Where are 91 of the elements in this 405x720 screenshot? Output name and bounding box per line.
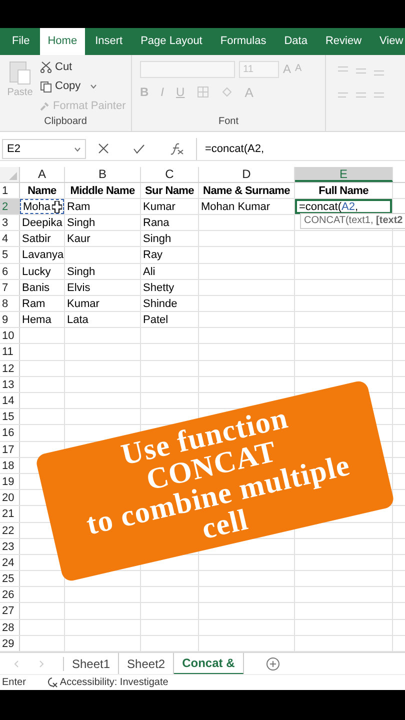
table-cell: Deepika <box>22 216 62 229</box>
table-cell: Lucky <box>22 266 51 278</box>
ribbon-tab[interactable]: Page Layout <box>132 28 210 55</box>
row-number[interactable]: 2 <box>0 198 20 214</box>
table-cell: Banis <box>22 282 50 294</box>
column-header[interactable]: E <box>295 166 393 182</box>
ribbon-tab[interactable]: Formulas <box>212 28 274 55</box>
row-number[interactable]: 11 <box>0 344 20 360</box>
row-number[interactable]: 24 <box>0 554 20 570</box>
row-number[interactable]: 18 <box>0 458 20 473</box>
row-number[interactable]: 15 <box>0 409 20 424</box>
row-number[interactable]: 14 <box>0 393 20 408</box>
row-number[interactable]: 23 <box>0 538 20 554</box>
font-name-field[interactable] <box>140 60 235 78</box>
row-number[interactable]: 22 <box>0 522 20 538</box>
table-cell: Shetty <box>143 282 174 294</box>
row-number[interactable]: 1 <box>0 182 20 198</box>
check-icon[interactable] <box>133 144 146 154</box>
table-cell: Rana <box>143 216 170 229</box>
ribbon-tab[interactable]: Home <box>40 28 86 55</box>
ribbon-tab[interactable]: Data <box>276 28 316 55</box>
row-number[interactable]: 29 <box>0 636 20 651</box>
ribbon-tab[interactable]: Insert <box>87 28 131 55</box>
caret-icon[interactable] <box>74 146 81 152</box>
table-cell: Lata <box>67 314 88 326</box>
function-icon[interactable] <box>170 142 184 155</box>
table-cell: Singh <box>143 233 172 246</box>
ribbon-tab[interactable]: View <box>372 28 405 55</box>
table-cell: Kumar <box>67 298 100 310</box>
table-cell: Ray <box>143 249 163 262</box>
row-number[interactable]: 21 <box>0 506 20 522</box>
row-number[interactable]: 27 <box>0 603 20 619</box>
row-number[interactable]: 7 <box>0 280 20 295</box>
row-number[interactable]: 16 <box>0 425 20 441</box>
table-cell: Kaur <box>67 233 90 246</box>
row-number[interactable]: 3 <box>0 214 20 230</box>
group-label: Clipboard <box>43 115 88 130</box>
row-number[interactable]: 28 <box>0 620 20 635</box>
column-heading: Full Name <box>318 184 370 199</box>
row-number[interactable]: 4 <box>0 231 20 246</box>
name-box[interactable]: E2 <box>2 138 86 159</box>
table-cell: Hema <box>22 314 52 326</box>
status-mode: Enter <box>2 676 26 690</box>
column-heading: Sur Name <box>144 184 195 199</box>
table-cell: Patel <box>143 314 168 326</box>
table-cell: Elvis <box>67 282 90 294</box>
group-label: Font <box>217 115 240 130</box>
formula-bar[interactable]: =concat(A2, <box>196 138 405 160</box>
row-number[interactable]: 19 <box>0 474 20 490</box>
row-number[interactable]: 17 <box>0 442 20 457</box>
ribbon-tab[interactable]: File <box>4 28 38 55</box>
row-number[interactable]: 25 <box>0 571 20 586</box>
triangle-icon <box>9 172 17 180</box>
row-number[interactable]: 26 <box>0 587 20 602</box>
cursor-icon <box>52 200 62 213</box>
table-cell: Kumar <box>143 200 176 213</box>
copy-button[interactable]: Copy <box>55 78 81 95</box>
cut-button[interactable]: Cut <box>55 58 72 76</box>
ribbon-tab[interactable]: Review <box>317 28 370 55</box>
column-heading: Name <box>26 184 58 199</box>
tooltip: CONCAT(text1, [text2 <box>300 212 405 229</box>
accessibility-icon[interactable] <box>46 677 58 688</box>
column-heading: Name & Surname <box>202 184 291 199</box>
row-number[interactable]: 10 <box>0 328 20 344</box>
row-number[interactable]: 6 <box>0 264 20 279</box>
table-cell: Shinde <box>143 298 178 310</box>
sheet-tab[interactable]: Concat & <box>174 652 244 674</box>
column-heading: Middle Name <box>69 184 136 199</box>
caret-icon[interactable] <box>90 84 97 90</box>
table-cell: Singh <box>67 216 96 229</box>
row-number[interactable]: 12 <box>0 360 20 376</box>
row-number[interactable]: 13 <box>0 376 20 392</box>
table-cell: Ram <box>67 200 90 213</box>
table-cell: Ali <box>143 266 156 278</box>
table-cell: Satbir <box>22 233 51 246</box>
active-cell[interactable]: =concat(A2, <box>295 198 392 214</box>
accessibility-status[interactable]: Accessibility: Investigate <box>60 675 168 690</box>
table-cell: Singh <box>67 266 96 278</box>
add-sheet-icon[interactable] <box>266 656 280 670</box>
row-number[interactable]: 9 <box>0 312 20 328</box>
close-icon[interactable] <box>98 143 110 154</box>
table-cell: Ram <box>22 298 46 310</box>
row-number[interactable]: 8 <box>0 296 20 312</box>
scissors-icon[interactable] <box>40 61 52 74</box>
banner-text: Use function CONCAT to combine multiple cell <box>82 400 354 548</box>
copy-icon[interactable] <box>40 80 52 93</box>
table-cell: Mohan Kumar <box>201 200 270 213</box>
row-number[interactable]: 20 <box>0 490 20 506</box>
row-number[interactable]: 5 <box>0 247 20 262</box>
clipboard-icon[interactable] <box>8 58 32 85</box>
table-cell: Lavanya <box>22 249 64 262</box>
